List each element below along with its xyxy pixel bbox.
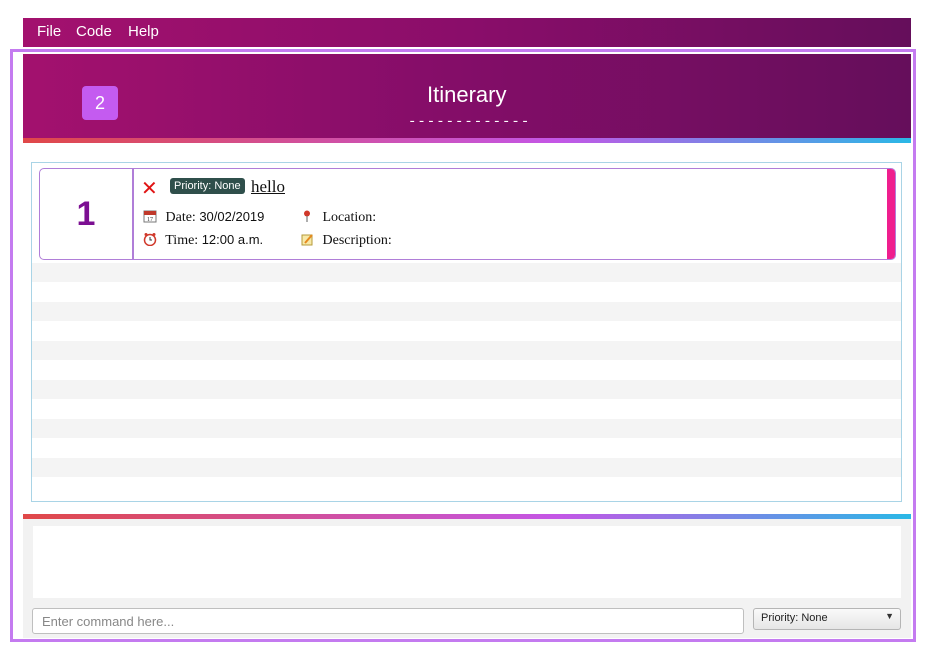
date-label: Date: <box>165 210 196 225</box>
clock-icon <box>143 233 157 246</box>
svg-text:17: 17 <box>147 217 153 223</box>
itinerary-list[interactable]: 1 ✕ Priority: None hello 17 Date: 30/02/… <box>31 162 902 502</box>
date-value: 30/02/2019 <box>199 209 265 224</box>
menu-file[interactable]: File <box>37 23 61 40</box>
time-field: Time: 12:00 a.m. <box>143 232 263 249</box>
menu-code[interactable]: Code <box>76 23 112 40</box>
time-label: Time: <box>165 233 199 248</box>
list-row <box>32 341 901 360</box>
list-row <box>32 263 901 282</box>
description-label: Description: <box>322 233 392 248</box>
calendar-icon: 17 <box>143 210 157 223</box>
chevron-down-icon: ▼ <box>885 611 894 621</box>
menu-bar: File Code Help <box>23 18 911 47</box>
page-title: Itinerary <box>427 82 507 107</box>
gradient-divider <box>23 138 911 143</box>
priority-accent-bar <box>887 169 895 259</box>
list-row <box>32 458 901 477</box>
date-field: 17 Date: 30/02/2019 <box>143 209 264 226</box>
card-index: 1 <box>40 169 134 259</box>
menu-help[interactable]: Help <box>128 23 159 40</box>
list-row <box>32 302 901 321</box>
priority-dropdown[interactable]: Priority: None ▼ <box>753 608 901 630</box>
time-value: 12:00 a.m. <box>201 232 264 247</box>
command-input[interactable]: Enter command here... <box>32 608 744 634</box>
delete-icon[interactable]: ✕ <box>141 176 158 200</box>
item-count-badge: 2 <box>82 86 118 120</box>
priority-tag: Priority: None <box>170 178 245 194</box>
list-row <box>32 419 901 438</box>
location-label: Location: <box>322 210 377 225</box>
itinerary-card[interactable]: 1 ✕ Priority: None hello 17 Date: 30/02/… <box>39 168 896 260</box>
description-field: Description: <box>300 232 392 249</box>
list-row <box>32 380 901 399</box>
result-display <box>33 526 901 598</box>
item-name: hello <box>251 177 285 196</box>
command-area: Enter command here... Priority: None ▼ <box>23 519 911 638</box>
title-underline: ------------- <box>408 114 531 130</box>
memo-icon <box>301 234 313 246</box>
header: 2 Itinerary ------------- <box>23 54 911 138</box>
location-field: Location: <box>300 209 376 226</box>
location-pin-icon <box>304 210 310 222</box>
priority-dropdown-value: Priority: None <box>761 612 828 624</box>
